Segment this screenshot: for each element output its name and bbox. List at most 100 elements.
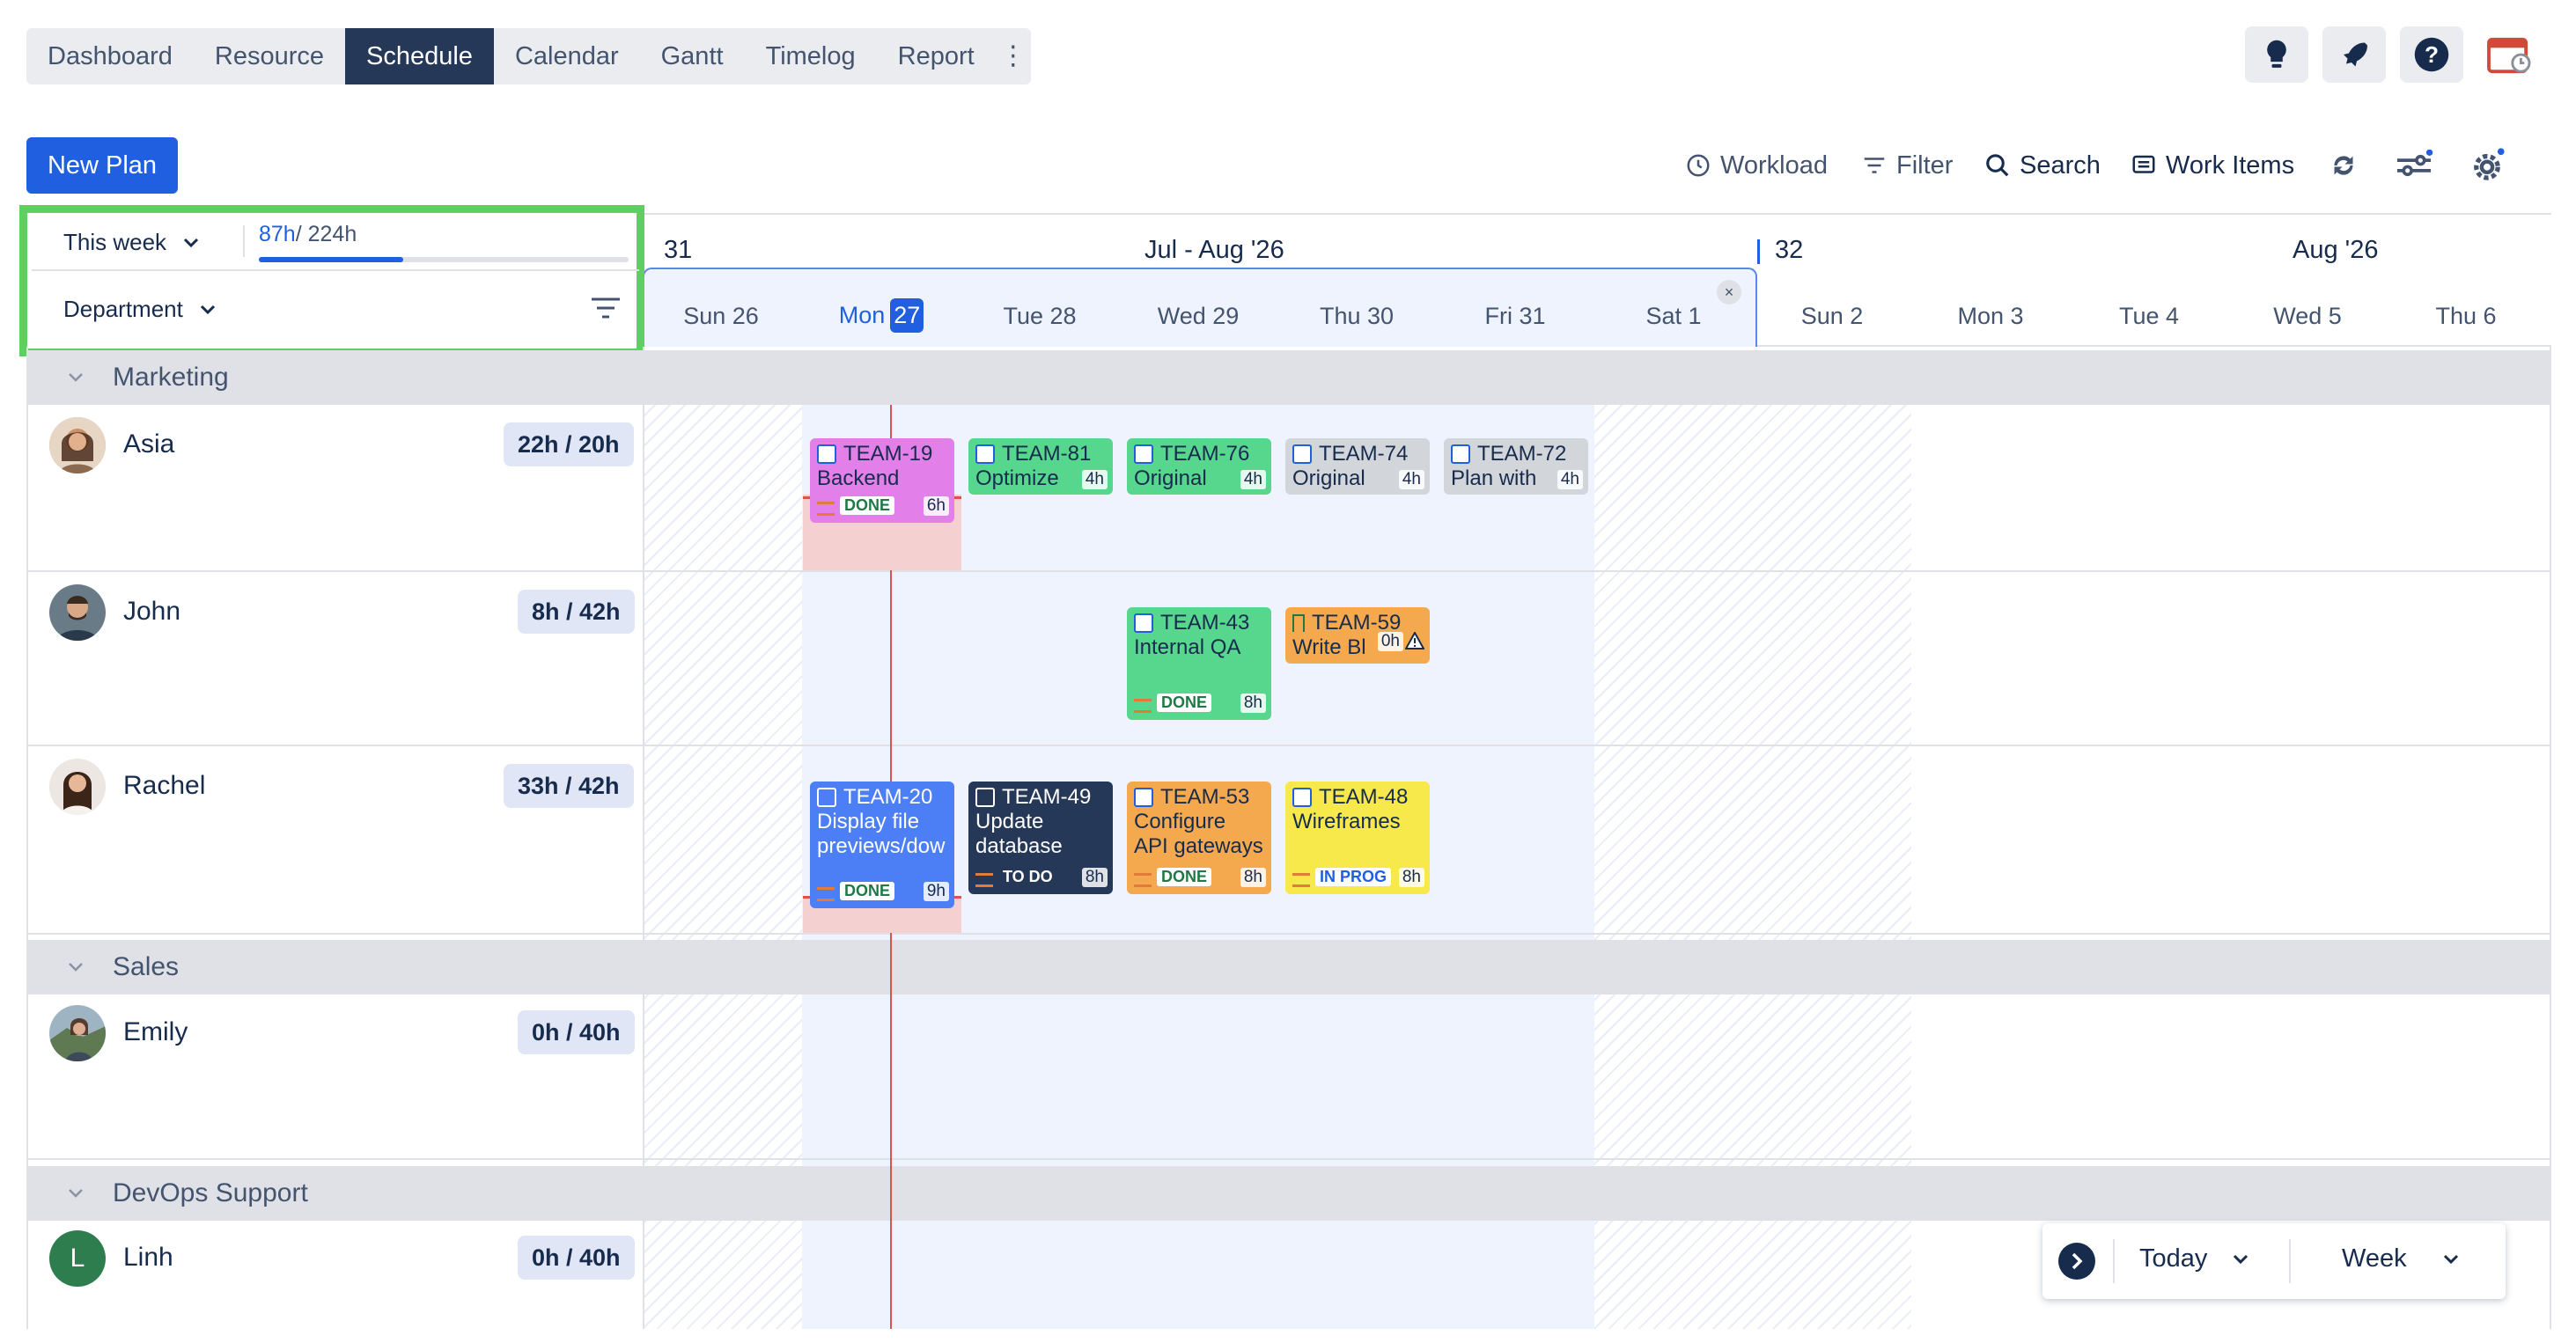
group-title: Marketing (113, 363, 229, 392)
workload-button[interactable]: Workload (1685, 144, 1828, 187)
next-arrow-icon[interactable] (2058, 1243, 2095, 1280)
task-title: Backend (817, 466, 900, 490)
today-dropdown[interactable]: Today (2139, 1244, 2249, 1273)
estimate-badge: 0h (1377, 632, 1403, 651)
status-badge: IN PROG (1315, 868, 1392, 886)
rocket-icon[interactable] (2322, 26, 2386, 83)
tab-timelog[interactable]: Timelog (745, 28, 877, 84)
estimate-badge: 8h (1240, 694, 1266, 713)
view-dropdown[interactable]: Week (2342, 1244, 2460, 1273)
new-plan-button[interactable]: New Plan (26, 137, 178, 194)
day-header: Mon 3 (1957, 303, 2024, 329)
tab-gantt[interactable]: Gantt (640, 28, 745, 84)
task-key: TEAM-19 (843, 442, 933, 466)
refresh-icon[interactable] (2328, 144, 2359, 187)
row-divider (26, 570, 2551, 572)
task-key: TEAM-49 (1002, 785, 1092, 809)
task-type-icon (1292, 444, 1312, 464)
task-card[interactable]: TEAM-81 Optimize 4h (968, 438, 1113, 495)
person-name[interactable]: Rachel (123, 771, 205, 801)
group-by-dropdown[interactable]: Department (63, 296, 217, 323)
close-icon[interactable]: × (1717, 280, 1741, 305)
task-key: TEAM-48 (1319, 785, 1409, 809)
status-badge: DONE (1157, 694, 1212, 712)
task-card[interactable]: TEAM-53 Configure API gateways DONE 8h (1127, 782, 1271, 894)
task-card[interactable]: TEAM-19 Backend DONE 6h (810, 438, 954, 523)
day-header: Thu 30 (1319, 303, 1395, 329)
task-title: Configure (1134, 810, 1226, 833)
task-title: Display file (817, 810, 920, 833)
top-nav: Dashboard Resource Schedule Calendar Gan… (26, 28, 1031, 84)
status-badge: TO DO (1003, 868, 1053, 885)
priority-icon (817, 502, 835, 516)
control-divider (2113, 1239, 2115, 1283)
day-header: Tue 4 (2118, 303, 2180, 329)
task-card[interactable]: TEAM-48 Wireframes IN PROG 8h (1285, 782, 1430, 894)
estimate-badge: 4h (1240, 470, 1266, 489)
task-title: Internal QA (1134, 635, 1241, 659)
task-title: Update (975, 810, 1044, 833)
priority-icon (975, 873, 993, 887)
date-navigation-control: Today Week (2042, 1223, 2506, 1299)
tab-dashboard[interactable]: Dashboard (26, 28, 194, 84)
task-key: TEAM-76 (1160, 442, 1250, 466)
group-title: Sales (113, 952, 180, 981)
task-card[interactable]: TEAM-43 Internal QA DONE 8h (1127, 607, 1271, 720)
person-name[interactable]: Emily (123, 1017, 188, 1047)
task-type-icon (817, 788, 836, 807)
person-name[interactable]: Asia (123, 429, 174, 459)
search-icon (1986, 154, 2009, 177)
logged-hours: 87h (259, 222, 296, 246)
chevron-down-icon (69, 373, 83, 382)
row-divider (26, 933, 2551, 935)
person-name[interactable]: John (123, 597, 180, 627)
search-button[interactable]: Search (1984, 144, 2101, 187)
priority-icon (1292, 873, 1310, 887)
task-card[interactable]: TEAM-74 Original 4h (1285, 438, 1430, 495)
warning-icon (1405, 632, 1424, 649)
filter-button[interactable]: Filter (1861, 144, 1953, 187)
day-header: Wed 5 (2273, 303, 2342, 329)
task-card[interactable]: TEAM-20 Display file previews/dow DONE 9… (810, 782, 954, 908)
group-row-sales[interactable]: Sales (26, 940, 2551, 994)
group-row-devops-support[interactable]: DevOps Support (26, 1166, 2551, 1221)
day-header: Sun 2 (1800, 303, 1864, 329)
period-dropdown[interactable]: This week (63, 229, 200, 256)
help-icon[interactable]: ? (2400, 26, 2463, 83)
selector-divider (32, 269, 639, 271)
task-key: TEAM-81 (1002, 442, 1092, 466)
row-divider (26, 745, 2551, 746)
tab-schedule[interactable]: Schedule (345, 28, 494, 84)
chevron-down-icon (200, 305, 215, 314)
tab-calendar[interactable]: Calendar (494, 28, 640, 84)
person-name[interactable]: Linh (123, 1243, 173, 1273)
task-card[interactable]: TEAM-49 Update database TO DO 8h (968, 782, 1113, 894)
workload-label: Workload (1720, 150, 1828, 180)
group-row-marketing[interactable]: Marketing (26, 350, 2551, 405)
tab-resource[interactable]: Resource (194, 28, 345, 84)
work-items-button[interactable]: Work Items (2131, 144, 2294, 187)
task-card[interactable]: TEAM-59 Write Bl 0h (1285, 607, 1430, 664)
task-type-icon (1134, 444, 1153, 464)
chevron-down-icon (2443, 1254, 2458, 1264)
sliders-icon[interactable] (2395, 144, 2433, 187)
task-title: API gateways (1134, 834, 1263, 858)
estimate-badge: 6h (923, 496, 949, 516)
settings-gear-icon[interactable] (2469, 144, 2506, 187)
task-card[interactable]: TEAM-76 Original 4h (1127, 438, 1271, 495)
task-type-icon (817, 444, 836, 464)
lightbulb-icon[interactable] (2245, 26, 2308, 83)
task-type-icon (1134, 613, 1153, 633)
capacity-hours: / 224h (295, 222, 357, 246)
task-key: TEAM-53 (1160, 785, 1250, 809)
task-card[interactable]: TEAM-72 Plan with 4h (1444, 438, 1588, 495)
task-title: database (975, 834, 1063, 858)
day-header: Thu 6 (2435, 303, 2497, 329)
svg-text:?: ? (2425, 41, 2439, 68)
calendar-app-icon[interactable] (2477, 26, 2541, 83)
capacity-summary: 87h/ 224h (259, 222, 357, 247)
search-label: Search (2020, 150, 2101, 180)
sort-filter-icon[interactable] (590, 296, 622, 325)
tab-report[interactable]: Report (877, 28, 996, 84)
kebab-icon[interactable]: ⋮ (996, 28, 1031, 84)
